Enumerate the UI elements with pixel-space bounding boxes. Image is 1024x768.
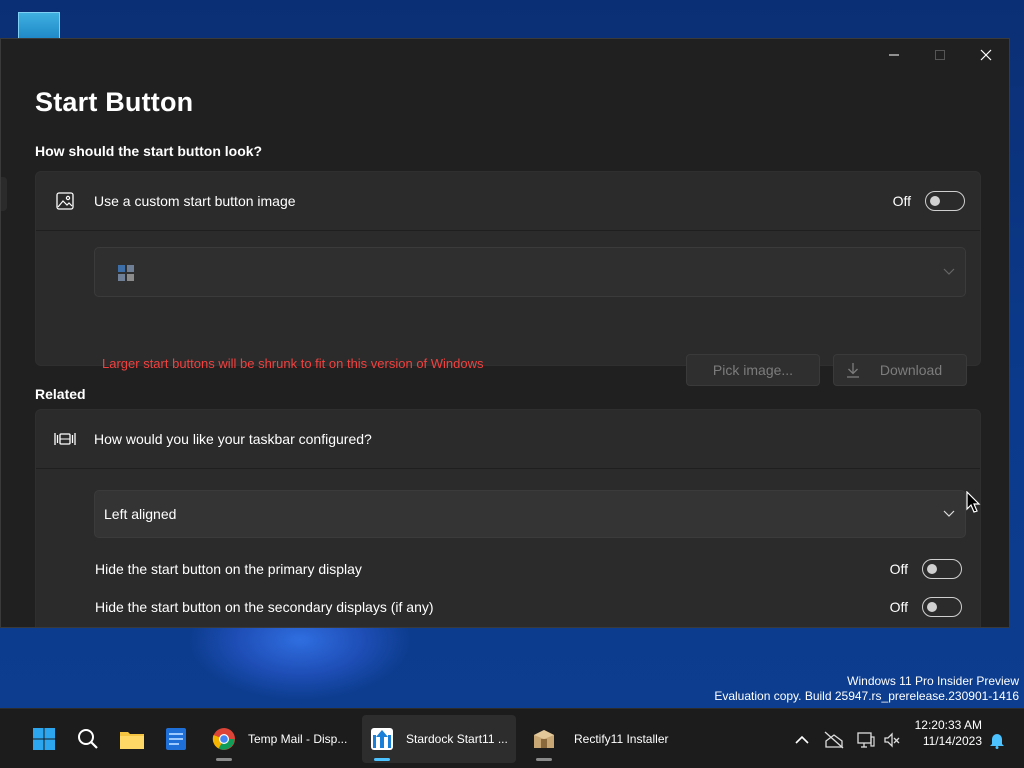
chevron-down-icon [943, 263, 955, 281]
maximize-icon [935, 50, 945, 60]
hide-secondary-label: Hide the start button on the secondary d… [95, 599, 434, 615]
installer-icon [528, 723, 560, 755]
custom-image-toggle-state: Off [892, 193, 911, 209]
notepad-icon [160, 723, 192, 755]
minimize-button[interactable] [871, 39, 917, 71]
taskbar-installer-app[interactable]: Rectify11 Installer [524, 715, 674, 763]
divider [36, 468, 980, 469]
download-button-label: Download [879, 362, 943, 378]
page-title: Start Button [35, 87, 194, 117]
custom-image-card: Use a custom start button image Off Larg… [35, 171, 981, 386]
download-button[interactable]: Download [833, 354, 967, 386]
start11-app-label: Stardock Start11 ... [406, 732, 508, 746]
taskbar-start11-app[interactable]: Stardock Start11 ... [362, 715, 516, 763]
custom-image-toggle[interactable] [925, 191, 965, 211]
caption-buttons [871, 39, 1009, 71]
installer-app-label: Rectify11 Installer [574, 732, 669, 746]
tray-overflow-chevron-icon[interactable] [791, 729, 813, 751]
start-image-combobox[interactable] [94, 247, 966, 297]
hide-primary-toggle[interactable] [922, 559, 962, 579]
clock-date: 11/14/2023 [922, 734, 982, 748]
volume-muted-icon[interactable] [881, 729, 903, 751]
minimize-icon [889, 54, 899, 56]
chevron-down-icon [943, 505, 955, 523]
taskbar-alignment-value: Left aligned [104, 506, 177, 522]
taskbar-chrome-app[interactable]: Temp Mail - Disp... [204, 715, 354, 763]
active-indicator [374, 758, 390, 761]
watermark-build: Evaluation copy. Build 25947.rs_prerelea… [714, 689, 1019, 703]
windows-logo-icon [117, 264, 135, 287]
start11-settings-window: Start Button How should the start button… [0, 38, 1010, 628]
notification-bell-icon[interactable] [986, 729, 1008, 751]
custom-image-label: Use a custom start button image [94, 193, 296, 209]
section-label-related: Related [35, 386, 86, 402]
size-warning-text: Larger start buttons will be shrunk to f… [102, 356, 484, 371]
taskbar-config-card: How would you like your taskbar configur… [35, 409, 981, 627]
section-label-appearance: How should the start button look? [35, 143, 263, 159]
taskbar-clock[interactable]: 12:20:33 AM 11/14/2023 [915, 717, 982, 749]
hide-primary-toggle-group: Off [890, 559, 962, 579]
maximize-button[interactable] [917, 39, 963, 71]
divider [36, 230, 980, 231]
start-button[interactable] [28, 715, 60, 763]
file-explorer-button[interactable] [116, 715, 148, 763]
chrome-app-label: Temp Mail - Disp... [248, 732, 348, 746]
taskbar: Temp Mail - Disp... Stardock Start11 ...… [0, 708, 1024, 768]
custom-image-row: Use a custom start button image Off [36, 172, 980, 230]
close-icon [980, 49, 992, 61]
file-explorer-icon [116, 723, 148, 755]
windows-watermark: Windows 11 Pro Insider Preview Evaluatio… [714, 674, 1019, 704]
taskbar-alignment-combobox[interactable]: Left aligned [94, 490, 966, 538]
display-icon[interactable] [855, 729, 877, 751]
start-icon [28, 723, 60, 755]
taskbar-layout-icon [54, 428, 76, 450]
running-indicator [536, 758, 552, 761]
desktop-shortcut-icon[interactable] [18, 12, 60, 40]
hide-secondary-toggle-group: Off [890, 597, 962, 617]
hide-primary-label: Hide the start button on the primary dis… [95, 561, 362, 577]
download-icon [846, 362, 860, 381]
nav-pane-edge [1, 177, 7, 211]
search-icon [72, 723, 104, 755]
mouse-cursor-icon [966, 490, 982, 520]
hide-secondary-toggle-state: Off [889, 599, 908, 615]
clock-time: 12:20:33 AM [914, 718, 982, 732]
taskbar-question-row[interactable]: How would you like your taskbar configur… [36, 410, 980, 468]
pick-image-button[interactable]: Pick image... [686, 354, 820, 386]
close-button[interactable] [963, 39, 1009, 71]
notepad-button[interactable] [160, 715, 192, 763]
hide-primary-toggle-state: Off [889, 561, 908, 577]
start11-icon [366, 723, 398, 755]
taskbar-question-label: How would you like your taskbar configur… [94, 431, 372, 447]
search-button[interactable] [72, 715, 104, 763]
watermark-edition: Windows 11 Pro Insider Preview [847, 674, 1019, 688]
network-disconnected-icon[interactable] [823, 729, 845, 751]
image-icon [54, 190, 76, 212]
custom-image-toggle-group: Off [893, 191, 965, 211]
chrome-icon [208, 723, 240, 755]
running-indicator [216, 758, 232, 761]
hide-secondary-toggle[interactable] [922, 597, 962, 617]
